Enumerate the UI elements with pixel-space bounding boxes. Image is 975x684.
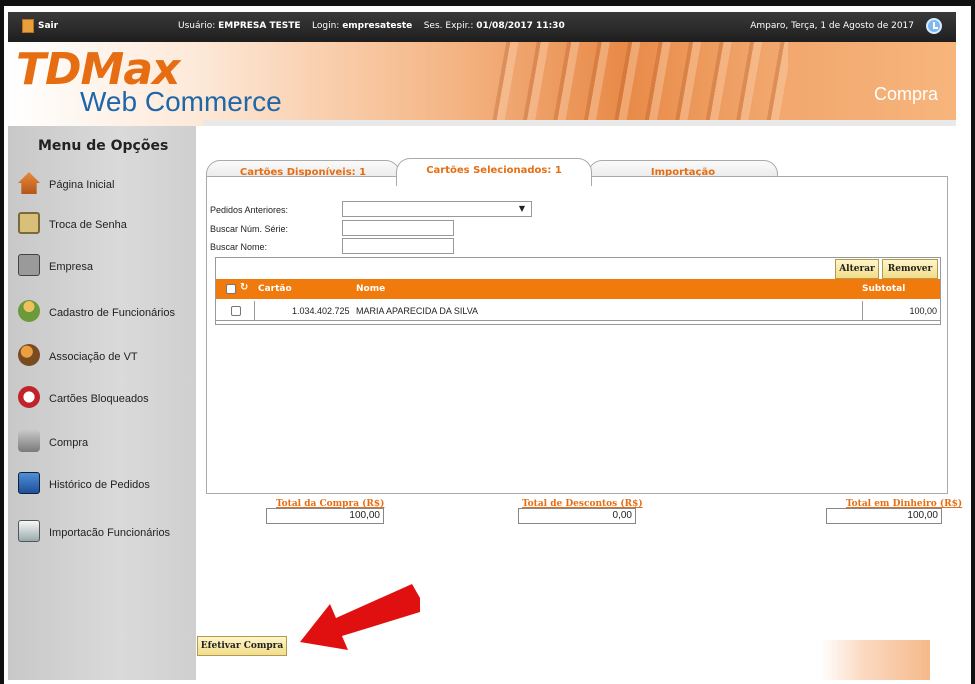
logo-web-commerce: Web Commerce — [80, 86, 282, 117]
sidebar-item-label: Histórico de Pedidos — [49, 479, 150, 491]
selected-cards-grid: Alterar Remover ↻ Cartão Nome Subtotal 1… — [215, 257, 941, 325]
home-icon — [18, 172, 40, 194]
sidebar-item-label: Troca de Senha — [49, 219, 127, 231]
sidebar-item-label: Importacão Funcionários — [49, 527, 171, 539]
grid-header: ↻ Cartão Nome Subtotal — [216, 279, 940, 299]
sidebar-item-associacao-vt[interactable]: Associação de VT — [8, 340, 196, 374]
sidebar-item-historico-pedidos[interactable]: Histórico de Pedidos — [8, 468, 196, 502]
sidebar-item-label: Cartões Bloqueados — [49, 393, 149, 405]
page-title: Compra — [873, 84, 938, 104]
banner-decoration — [488, 42, 788, 126]
buscar-serie-input[interactable] — [342, 220, 454, 236]
user-value: EMPRESA TESTE — [218, 21, 301, 31]
cell-nome: MARIA APARECIDA DA SILVA — [356, 306, 479, 316]
current-date: Amparo, Terça, 1 de Agosto de 2017 — [750, 21, 914, 31]
sidebar-item-compra[interactable]: Compra — [8, 426, 196, 460]
login-value: empresateste — [342, 21, 413, 31]
pedidos-anteriores-select[interactable]: ▼ — [342, 201, 532, 217]
sidebar-item-troca-de-senha[interactable]: Troca de Senha — [8, 208, 196, 242]
column-divider — [254, 301, 255, 321]
session-expiry-label: Ses. Expir.: — [423, 21, 474, 31]
exit-icon[interactable] — [22, 19, 34, 33]
sidebar-menu: Menu de Opções Página Inicial Troca de S… — [8, 126, 196, 680]
cell-cartao: 1.034.402.725 — [292, 306, 350, 316]
sidebar-item-label: Compra — [49, 437, 89, 449]
logout-link[interactable]: Sair — [38, 21, 58, 31]
buscar-nome-input[interactable] — [342, 238, 454, 254]
sidebar-item-label: Associação de VT — [49, 351, 138, 363]
sidebar-item-importacao-funcionarios[interactable]: Importacão Funcionários — [8, 516, 196, 550]
import-icon — [18, 520, 40, 542]
total-descontos-field: 0,00 — [518, 508, 636, 524]
blocked-icon — [18, 386, 40, 408]
session-expiry-value: 01/08/2017 11:30 — [476, 21, 565, 31]
red-arrow-annotation — [300, 584, 420, 650]
cart-icon — [18, 430, 40, 452]
login-label: Login: — [312, 21, 340, 31]
cell-subtotal: 100,00 — [909, 306, 937, 316]
table-row[interactable]: 1.034.402.725 MARIA APARECIDA DA SILVA 1… — [216, 301, 940, 321]
top-info-bar: Sair Usuário: EMPRESA TESTE Login: empre… — [8, 12, 956, 42]
user-label: Usuário: — [178, 21, 216, 31]
header-nome: Nome — [356, 284, 386, 294]
session-info: Usuário: EMPRESA TESTE Login: empresates… — [178, 21, 565, 31]
chevron-down-icon: ▼ — [518, 204, 525, 213]
select-all-checkbox[interactable] — [226, 284, 236, 294]
tab-cartoes-selecionados[interactable]: Cartões Selecionados: 1 — [396, 158, 592, 186]
refresh-icon[interactable]: ↻ — [240, 282, 248, 293]
sidebar-item-cadastro-funcionarios[interactable]: Cadastro de Funcionários — [8, 296, 196, 330]
total-compra-field: 100,00 — [266, 508, 384, 524]
remover-button[interactable]: Remover — [882, 259, 938, 279]
building-icon — [18, 254, 40, 276]
alterar-button[interactable]: Alterar — [835, 259, 879, 279]
sidebar-item-label: Empresa — [49, 261, 94, 273]
efetivar-compra-button[interactable]: Efetivar Compra — [197, 636, 287, 656]
footer-decoration — [820, 640, 930, 680]
row-checkbox[interactable] — [231, 306, 241, 316]
buscar-serie-label: Buscar Núm. Série: — [210, 224, 289, 234]
sidebar-item-empresa[interactable]: Empresa — [8, 250, 196, 284]
person-icon — [18, 300, 40, 322]
menu-title: Menu de Opções — [38, 138, 169, 154]
association-icon — [18, 344, 40, 366]
pedidos-anteriores-label: Pedidos Anteriores: — [210, 205, 289, 215]
total-dinheiro-field: 100,00 — [826, 508, 942, 524]
sidebar-item-label: Página Inicial — [49, 179, 115, 191]
header-banner: TDMax Web Commerce Compra — [8, 42, 956, 126]
banner-divider — [203, 120, 956, 126]
sidebar-item-pagina-inicial[interactable]: Página Inicial — [8, 168, 196, 202]
arrow-shape — [300, 584, 420, 650]
main-panel — [206, 176, 948, 494]
sidebar-item-cartoes-bloqueados[interactable]: Cartões Bloqueados — [8, 382, 196, 416]
header-cartao: Cartão — [258, 284, 292, 294]
history-icon — [18, 472, 40, 494]
sidebar-item-label: Cadastro de Funcionários — [49, 307, 175, 319]
column-divider — [862, 301, 863, 321]
buscar-nome-label: Buscar Nome: — [210, 242, 268, 252]
lock-icon — [18, 212, 40, 234]
clock-icon — [926, 18, 942, 34]
header-subtotal: Subtotal — [862, 284, 906, 294]
